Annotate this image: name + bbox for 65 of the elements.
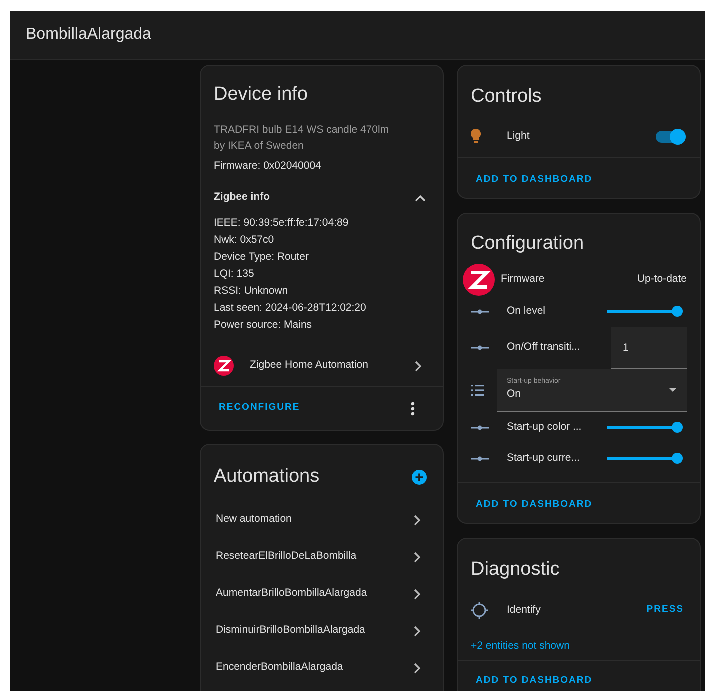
card-title: Diagnostic xyxy=(471,558,561,582)
light-bulb-icon xyxy=(471,129,481,144)
entity-name: Identify xyxy=(507,602,542,618)
entities-not-shown-link[interactable]: +2 entities not shown xyxy=(471,638,687,660)
zigbee-logo-icon xyxy=(463,264,495,296)
slider-thumb[interactable] xyxy=(672,453,682,464)
info-text: Last seen: 2024-06-28T12:02:20 xyxy=(214,301,368,315)
slider-thumb[interactable] xyxy=(672,422,682,433)
toggle-switch[interactable] xyxy=(656,130,684,142)
slider-entity-icon xyxy=(471,308,489,314)
add-to-dashboard-button[interactable]: ADD TO DASHBOARD xyxy=(467,170,602,189)
slider[interactable] xyxy=(604,306,680,317)
device-model-text: TRADFRI bulb E14 WS candle 470lm xyxy=(214,122,390,138)
info-text: Device Type: Router xyxy=(214,250,310,264)
automation-item[interactable]: AumentarBrilloBombillaAlargada xyxy=(201,576,443,612)
identify-icon xyxy=(471,602,488,619)
automation-item[interactable]: ResetearElBrilloDeLaBombilla xyxy=(201,538,443,576)
slider[interactable] xyxy=(604,453,680,464)
entity-name: Start-up curre... xyxy=(507,450,581,466)
slider-entity-icon xyxy=(471,456,489,462)
chevron-right-icon xyxy=(414,552,421,562)
add-icon[interactable] xyxy=(412,470,427,485)
number-field[interactable]: 1 xyxy=(611,327,687,369)
dropdown-arrow-icon xyxy=(669,388,677,392)
integration-row[interactable]: Zigbee Home Automation xyxy=(201,346,443,386)
add-to-dashboard-button[interactable]: ADD TO DASHBOARD xyxy=(467,496,602,514)
automation-item[interactable]: DisminuirBrilloBombillaAlargada xyxy=(201,612,443,650)
card-title: Device info xyxy=(214,83,309,107)
add-to-dashboard-button[interactable]: ADD TO DASHBOARD xyxy=(467,675,602,686)
info-text: Nwk: 0x57c0 xyxy=(214,233,276,247)
chevron-right-icon xyxy=(415,360,422,372)
card-title: Configuration xyxy=(470,232,586,256)
slider-thumb[interactable] xyxy=(672,306,682,317)
chevron-right-icon xyxy=(414,514,421,526)
card-title: Automations xyxy=(214,465,320,489)
reconfigure-button[interactable]: RECONFIGURE xyxy=(211,399,308,418)
chevron-icon[interactable] xyxy=(415,194,426,202)
entity-state: Up-to-date xyxy=(637,272,687,288)
slider-entity-icon xyxy=(471,345,489,351)
chevron-right-icon xyxy=(414,588,421,600)
manufacturer-text: by IKEA of Sweden xyxy=(214,138,305,154)
entity-name: Light xyxy=(507,128,531,144)
info-text: IEEE: 90:39:5e:ff:fe:17:04:89 xyxy=(214,216,350,230)
field-value: On xyxy=(507,387,522,402)
press-button[interactable]: PRESS xyxy=(646,603,687,618)
zigbee-logo-icon xyxy=(214,356,234,376)
section-heading: Zigbee info xyxy=(214,190,270,206)
info-text: LQI: 135 xyxy=(214,267,256,281)
info-text: RSSI: Unknown xyxy=(214,284,290,298)
chevron-right-icon xyxy=(414,662,421,674)
chevron-right-icon xyxy=(414,626,421,636)
list-icon xyxy=(471,385,484,396)
card-title: Controls xyxy=(471,85,543,109)
slider[interactable] xyxy=(604,422,680,433)
automation-item[interactable]: EncenderBombillaAlargada xyxy=(201,650,443,686)
page-title: BombillaAlargada xyxy=(26,25,152,45)
entity-name: Firmware xyxy=(501,272,546,288)
firmware-text: Firmware: 0x02040004 xyxy=(214,158,322,174)
entity-name: Start-up color ... xyxy=(507,420,583,435)
entity-name: On/Off transiti... xyxy=(507,340,582,356)
entity-name: On level xyxy=(507,304,547,319)
automation-item[interactable]: New automation xyxy=(201,502,443,538)
slider-entity-icon xyxy=(471,424,489,430)
info-text: Power source: Mains xyxy=(214,318,314,332)
more-options-icon[interactable] xyxy=(411,402,415,416)
